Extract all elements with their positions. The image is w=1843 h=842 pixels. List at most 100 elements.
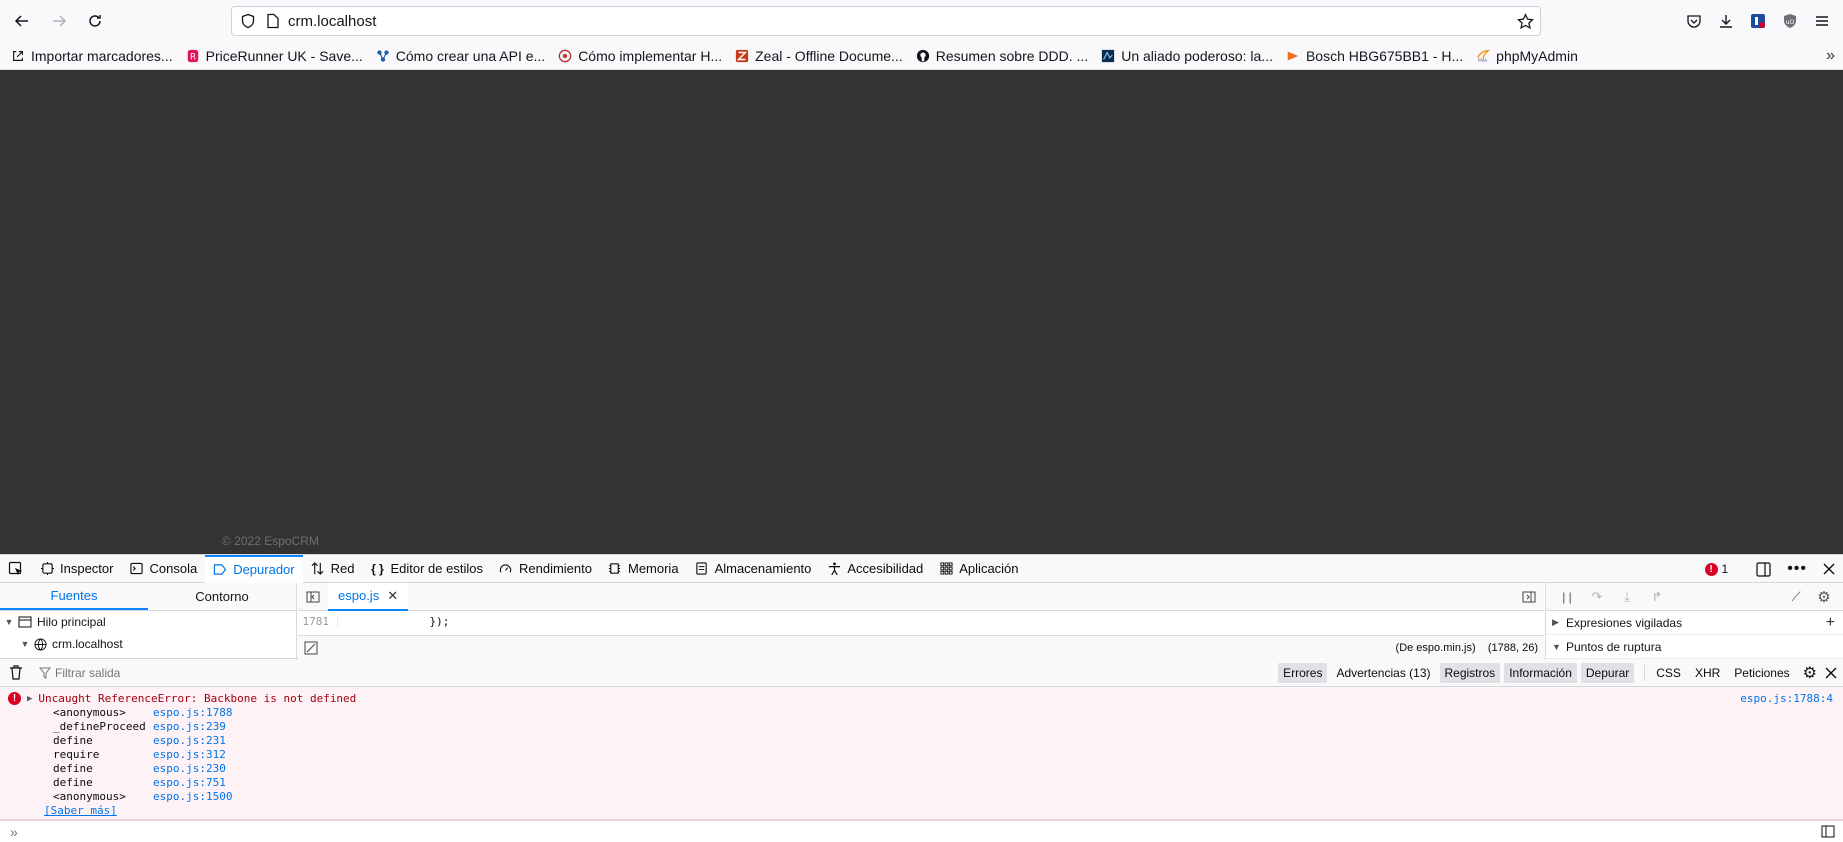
app-menu-button[interactable]: [1807, 6, 1837, 36]
pocket-button[interactable]: [1679, 6, 1709, 36]
cursor-position[interactable]: (De espo.min.js) (1788, 26): [1396, 642, 1538, 654]
frame-location-link[interactable]: espo.js:1788: [153, 706, 232, 720]
bookmark-item[interactable]: Un aliado poderoso: la...: [1100, 48, 1273, 64]
bookmark-label: Cómo crear una API e...: [395, 47, 546, 64]
trash-icon[interactable]: [9, 665, 23, 680]
stack-frame: define espo.js:231: [53, 734, 232, 748]
url-text: crm.localhost: [288, 12, 377, 30]
devtools-more-button[interactable]: •••: [1779, 555, 1815, 583]
console-error-message[interactable]: ! ▶ Uncaught ReferenceError: Backbone is…: [0, 687, 1843, 820]
step-over-icon[interactable]: ↷: [1586, 586, 1608, 608]
dock-toggle-button[interactable]: [1748, 555, 1779, 583]
tab-accessibility[interactable]: Accesibilidad: [819, 555, 931, 583]
filter-logs-button[interactable]: Registros: [1439, 663, 1501, 683]
globe-icon: [34, 637, 47, 651]
reload-button[interactable]: [80, 6, 110, 36]
tab-memory[interactable]: Memoria: [600, 555, 687, 583]
bookmark-item[interactable]: Zeal - Offline Docume...: [734, 48, 903, 64]
toggle-sidebar-icon[interactable]: [1522, 591, 1536, 603]
frame-location-link[interactable]: espo.js:1500: [153, 790, 232, 804]
back-button[interactable]: [7, 6, 37, 36]
page-info-icon[interactable]: [266, 13, 280, 29]
close-tab-icon[interactable]: ✕: [387, 588, 398, 604]
ublock-shield-icon: uO: [1784, 14, 1796, 28]
tab-console[interactable]: Consola: [121, 555, 205, 583]
filter-output-input[interactable]: [55, 665, 355, 680]
tab-label: Depurador: [233, 562, 295, 577]
bookmark-label: phpMyAdmin: [1496, 47, 1578, 64]
bookmark-item[interactable]: Bosch HBG675BB1 - H...: [1285, 48, 1463, 64]
frame-location-link[interactable]: espo.js:751: [153, 776, 226, 790]
tab-sources[interactable]: Fuentes: [0, 583, 148, 610]
console-input[interactable]: »: [0, 820, 1843, 842]
expand-twisty-icon[interactable]: ▶: [27, 694, 32, 704]
tab-outline[interactable]: Contorno: [148, 583, 296, 610]
frame-location-link[interactable]: espo.js:230: [153, 762, 226, 776]
breakpoints-header[interactable]: ▼ Puntos de ruptura: [1546, 635, 1843, 659]
pause-icon[interactable]: | |: [1556, 586, 1578, 608]
pretty-print-icon[interactable]: [304, 641, 318, 655]
storage-icon: [695, 562, 709, 576]
debugger-icon: [213, 563, 227, 577]
tab-application[interactable]: Aplicación: [931, 555, 1026, 583]
frame-location-link[interactable]: espo.js:239: [153, 720, 226, 734]
error-message-header[interactable]: ! ▶ Uncaught ReferenceError: Backbone is…: [8, 692, 356, 705]
tab-inspector[interactable]: Inspector: [32, 555, 121, 583]
tree-item-domain[interactable]: ▼ crm.localhost: [0, 633, 296, 655]
cursor-coords: (1788, 26): [1487, 641, 1538, 654]
bookmark-item[interactable]: Cómo crear una API e...: [375, 48, 545, 64]
error-source-link[interactable]: espo.js:1788:4: [1740, 692, 1833, 705]
disable-breakpoints-icon[interactable]: ⟋: [1785, 586, 1807, 608]
api-icon: [375, 48, 391, 64]
tab-label: Almacenamiento: [714, 561, 812, 576]
tab-debugger[interactable]: Depurador: [205, 554, 303, 583]
tab-storage[interactable]: Almacenamiento: [687, 555, 820, 583]
add-watch-icon[interactable]: +: [1826, 614, 1835, 632]
filter-xhr-button[interactable]: XHR: [1690, 663, 1725, 683]
frame-location-link[interactable]: espo.js:312: [153, 748, 226, 762]
filter-css-button[interactable]: CSS: [1651, 663, 1686, 683]
line-number[interactable]: 1781: [298, 614, 338, 628]
devtools-close-button[interactable]: [1815, 555, 1843, 583]
filter-errors-button[interactable]: Errores: [1278, 663, 1328, 683]
toggle-sources-pane-icon[interactable]: [306, 591, 320, 603]
bookmark-star-icon[interactable]: [1517, 12, 1534, 30]
close-split-console-icon[interactable]: [1825, 667, 1837, 679]
watch-expressions-header[interactable]: ▶ Expresiones vigiladas +: [1546, 611, 1843, 635]
tab-style-editor[interactable]: { } Editor de estilos: [362, 555, 491, 583]
error-count-indicator[interactable]: ! 1: [1704, 562, 1728, 576]
downloads-button[interactable]: [1711, 6, 1741, 36]
console-toolbar: Errores Advertencias (13) Registros Info…: [0, 659, 1843, 687]
learn-more-link[interactable]: [Saber más]: [44, 804, 117, 817]
bookmark-item[interactable]: Cómo implementar H...: [557, 48, 722, 64]
bookmarks-overflow-chevron-icon[interactable]: »: [1826, 47, 1835, 65]
bookmark-item[interactable]: Resumen sobre DDD. ...: [915, 47, 1089, 64]
bookmark-item[interactable]: Importar marcadores...: [10, 48, 173, 64]
filter-warnings-button[interactable]: Advertencias (13): [1331, 663, 1435, 683]
editor-tab-file[interactable]: espo.js ✕: [328, 582, 409, 611]
filter-info-button[interactable]: Información: [1504, 663, 1577, 683]
filter-debug-button[interactable]: Depurar: [1580, 663, 1635, 683]
bookmark-item[interactable]: PMA phpMyAdmin: [1475, 48, 1578, 64]
settings-gear-icon[interactable]: ⚙: [1813, 586, 1835, 608]
extension-button-1[interactable]: [1743, 6, 1773, 36]
frame-location-link[interactable]: espo.js:231: [153, 734, 226, 748]
tab-performance[interactable]: Rendimiento: [491, 555, 600, 583]
devtools-toolbar-right: ! 1 •••: [1704, 555, 1843, 583]
source-map-link[interactable]: (De espo.min.js): [1396, 642, 1476, 654]
editor-mode-icon[interactable]: [1821, 825, 1835, 838]
code-line[interactable]: 1781 });: [298, 611, 1544, 631]
forward-button[interactable]: [44, 6, 74, 36]
step-out-icon[interactable]: ↱: [1646, 586, 1668, 608]
filter-requests-button[interactable]: Peticiones: [1729, 663, 1794, 683]
tree-item-main-thread[interactable]: ▼ Hilo principal: [0, 611, 296, 633]
element-picker-button[interactable]: [0, 555, 32, 583]
bookmark-label: Resumen sobre DDD. ...: [935, 47, 1089, 64]
extension-button-2[interactable]: uO: [1775, 6, 1805, 36]
step-in-icon[interactable]: ⤓: [1616, 586, 1638, 608]
url-bar[interactable]: crm.localhost: [231, 6, 1541, 36]
bookmark-item[interactable]: R PriceRunner UK - Save...: [185, 48, 363, 64]
tab-network[interactable]: Red: [303, 555, 363, 583]
nav-toolbar: crm.localhost uO: [0, 0, 1843, 42]
console-settings-gear-icon[interactable]: ⚙: [1803, 663, 1817, 683]
